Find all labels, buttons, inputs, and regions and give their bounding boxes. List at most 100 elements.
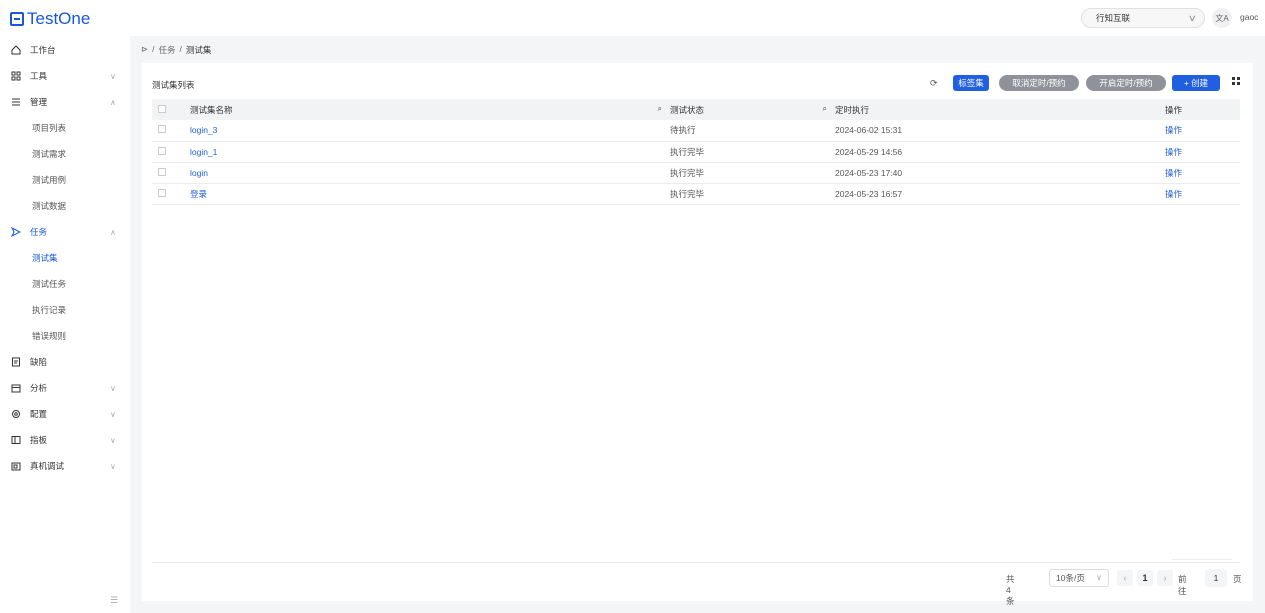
status-text: 待执行 bbox=[670, 125, 696, 136]
sidebar-item-device-debug[interactable]: 真机调试 ∨ bbox=[0, 453, 130, 479]
cancel-schedule-button[interactable]: 取消定时/预约 bbox=[999, 75, 1079, 91]
table-row: 登录 执行完毕 2024-05-23 16:57 操作 bbox=[152, 183, 1240, 204]
search-icon[interactable]: ⌕ bbox=[658, 104, 662, 114]
calendar-icon bbox=[10, 383, 21, 394]
testset-name-link[interactable]: login_3 bbox=[190, 125, 217, 135]
main-content: ⊳ / 任务 / 测试集 测试集列表 ⟳ 标签集 取消定时/预约 开启定时/预约… bbox=[130, 36, 1265, 613]
operation-link[interactable]: 操作 bbox=[1165, 168, 1182, 178]
table-row: login 执行完毕 2024-05-23 17:40 操作 bbox=[152, 162, 1240, 183]
sidebar-item-label: 指板 bbox=[30, 435, 48, 445]
sidebar-item-workbench[interactable]: 工作台 bbox=[0, 37, 130, 63]
schedule-time: 2024-05-29 14:56 bbox=[835, 146, 903, 157]
list-icon bbox=[10, 97, 21, 108]
send-icon: ⊳ bbox=[141, 44, 149, 54]
table-row: login_1 执行完毕 2024-05-29 14:56 操作 bbox=[152, 141, 1240, 162]
chevron-down-icon: ∨ bbox=[110, 435, 116, 445]
breadcrumb-item-testset: 测试集 bbox=[185, 45, 212, 55]
column-settings-icon[interactable] bbox=[1232, 77, 1240, 85]
create-button[interactable]: + 创建 bbox=[1172, 75, 1220, 91]
row-checkbox[interactable] bbox=[158, 167, 166, 176]
next-page-button[interactable]: › bbox=[1157, 570, 1173, 586]
sidebar-item-board[interactable]: 指板 ∨ bbox=[0, 427, 130, 453]
translate-button[interactable]: 文A bbox=[1212, 8, 1232, 28]
enable-schedule-button[interactable]: 开启定时/预约 bbox=[1086, 75, 1166, 91]
sidebar-item-label: 分析 bbox=[30, 383, 48, 393]
operation-link[interactable]: 操作 bbox=[1165, 147, 1182, 157]
chevron-up-icon: ∧ bbox=[110, 227, 116, 237]
sidebar-item-testdata[interactable]: 测试数据 bbox=[0, 193, 130, 219]
page-number[interactable]: 1 bbox=[1137, 570, 1153, 586]
sidebar-item-label: 工作台 bbox=[30, 45, 56, 55]
refresh-icon[interactable]: ⟳ bbox=[930, 75, 938, 91]
divider bbox=[1172, 559, 1232, 560]
sidebar-item-label: 测试集 bbox=[32, 253, 58, 263]
breadcrumb: ⊳ / 任务 / 测试集 bbox=[141, 44, 211, 56]
testset-name-link[interactable]: 登录 bbox=[190, 189, 207, 199]
row-checkbox[interactable] bbox=[158, 125, 166, 134]
org-select[interactable]: 行知互联 ∨ bbox=[1081, 8, 1205, 28]
top-header: TestOne 行知互联 ∨ 文A gaoc bbox=[0, 0, 1265, 36]
chevron-left-icon: ‹ bbox=[1123, 573, 1127, 583]
chevron-down-icon: ∨ bbox=[1188, 13, 1198, 23]
operation-link[interactable]: 操作 bbox=[1165, 125, 1182, 135]
app-logo[interactable]: TestOne bbox=[10, 9, 90, 29]
breadcrumb-item-tasks[interactable]: 任务 bbox=[159, 44, 176, 56]
jump-page-input[interactable]: 1 bbox=[1205, 569, 1227, 587]
sidebar-item-tasks[interactable]: 任务 ∧ bbox=[0, 219, 130, 245]
tag-set-button[interactable]: 标签集 bbox=[953, 75, 989, 91]
sidebar-item-label: 任务 bbox=[30, 227, 48, 237]
schedule-time: 2024-05-23 16:57 bbox=[835, 188, 903, 199]
header-name: 测试集名称 bbox=[190, 104, 233, 115]
select-all-checkbox[interactable] bbox=[158, 104, 166, 113]
logo-text: TestOne bbox=[27, 9, 91, 28]
sidebar-item-exec-records[interactable]: 执行记录 bbox=[0, 297, 130, 323]
settings-icon bbox=[10, 409, 21, 420]
bug-icon bbox=[10, 357, 21, 368]
status-text: 执行完毕 bbox=[670, 167, 705, 178]
panel-icon bbox=[10, 435, 21, 446]
operation-link[interactable]: 操作 bbox=[1165, 189, 1182, 199]
sidebar-item-config[interactable]: 配置 ∨ bbox=[0, 401, 130, 427]
chevron-down-icon: ∨ bbox=[110, 383, 116, 393]
sidebar-item-label: 测试任务 bbox=[32, 279, 67, 289]
translate-icon: 文A bbox=[1215, 13, 1229, 23]
search-icon[interactable]: ⌕ bbox=[823, 104, 827, 114]
testset-name-link[interactable]: login bbox=[190, 168, 208, 178]
page-size-select[interactable]: 10条/页 ∨ bbox=[1049, 569, 1109, 587]
chevron-right-icon: › bbox=[1163, 573, 1167, 583]
sidebar-item-tools[interactable]: 工具 ∨ bbox=[0, 63, 130, 89]
header-status: 测试状态 bbox=[670, 104, 705, 115]
sidebar-item-project-list[interactable]: 项目列表 bbox=[0, 115, 130, 141]
sidebar-item-testcases[interactable]: 测试用例 bbox=[0, 167, 130, 193]
sidebar-item-analysis[interactable]: 分析 ∨ bbox=[0, 375, 130, 401]
sidebar-item-manage[interactable]: 管理 ∧ bbox=[0, 89, 130, 115]
testset-card: 测试集列表 ⟳ 标签集 取消定时/预约 开启定时/预约 + 创建 测试集名称 ⌕ … bbox=[142, 63, 1253, 606]
row-checkbox[interactable] bbox=[158, 146, 166, 155]
prev-page-button[interactable]: ‹ bbox=[1117, 570, 1133, 586]
sidebar-item-label: 测试需求 bbox=[32, 149, 67, 159]
sidebar-item-label: 测试用例 bbox=[32, 175, 67, 185]
sidebar-item-label: 工具 bbox=[30, 71, 48, 81]
chevron-up-icon: ∧ bbox=[110, 97, 116, 107]
status-text: 执行完毕 bbox=[670, 146, 705, 157]
sidebar-item-label: 错误规则 bbox=[32, 331, 67, 341]
schedule-time: 2024-05-23 17:40 bbox=[835, 167, 903, 178]
jump-label: 前往 bbox=[1178, 574, 1187, 596]
sidebar-item-defects[interactable]: 缺陷 bbox=[0, 349, 130, 375]
page-size-value: 10条/页 bbox=[1056, 573, 1085, 583]
divider bbox=[152, 562, 1240, 563]
user-name[interactable]: gaoc bbox=[1240, 12, 1258, 22]
sidebar-item-testset[interactable]: 测试集 bbox=[0, 245, 130, 271]
sidebar-item-requirements[interactable]: 测试需求 bbox=[0, 141, 130, 167]
sidebar-item-error-rules[interactable]: 错误规则 bbox=[0, 323, 130, 349]
table-header-row: 测试集名称 ⌕ 测试状态 ⌕ 定时执行 操作 bbox=[152, 99, 1240, 120]
sidebar-item-label: 配置 bbox=[30, 409, 48, 419]
collapse-sidebar-icon[interactable]: ☰ bbox=[110, 595, 118, 606]
logo-icon bbox=[10, 12, 24, 26]
row-checkbox[interactable] bbox=[158, 188, 166, 197]
sidebar-item-testtask[interactable]: 测试任务 bbox=[0, 271, 130, 297]
card-title: 测试集列表 bbox=[152, 80, 195, 90]
testset-name-link[interactable]: login_1 bbox=[190, 147, 217, 157]
sidebar-item-label: 测试数据 bbox=[32, 201, 67, 211]
sidebar-item-label: 执行记录 bbox=[32, 305, 67, 315]
